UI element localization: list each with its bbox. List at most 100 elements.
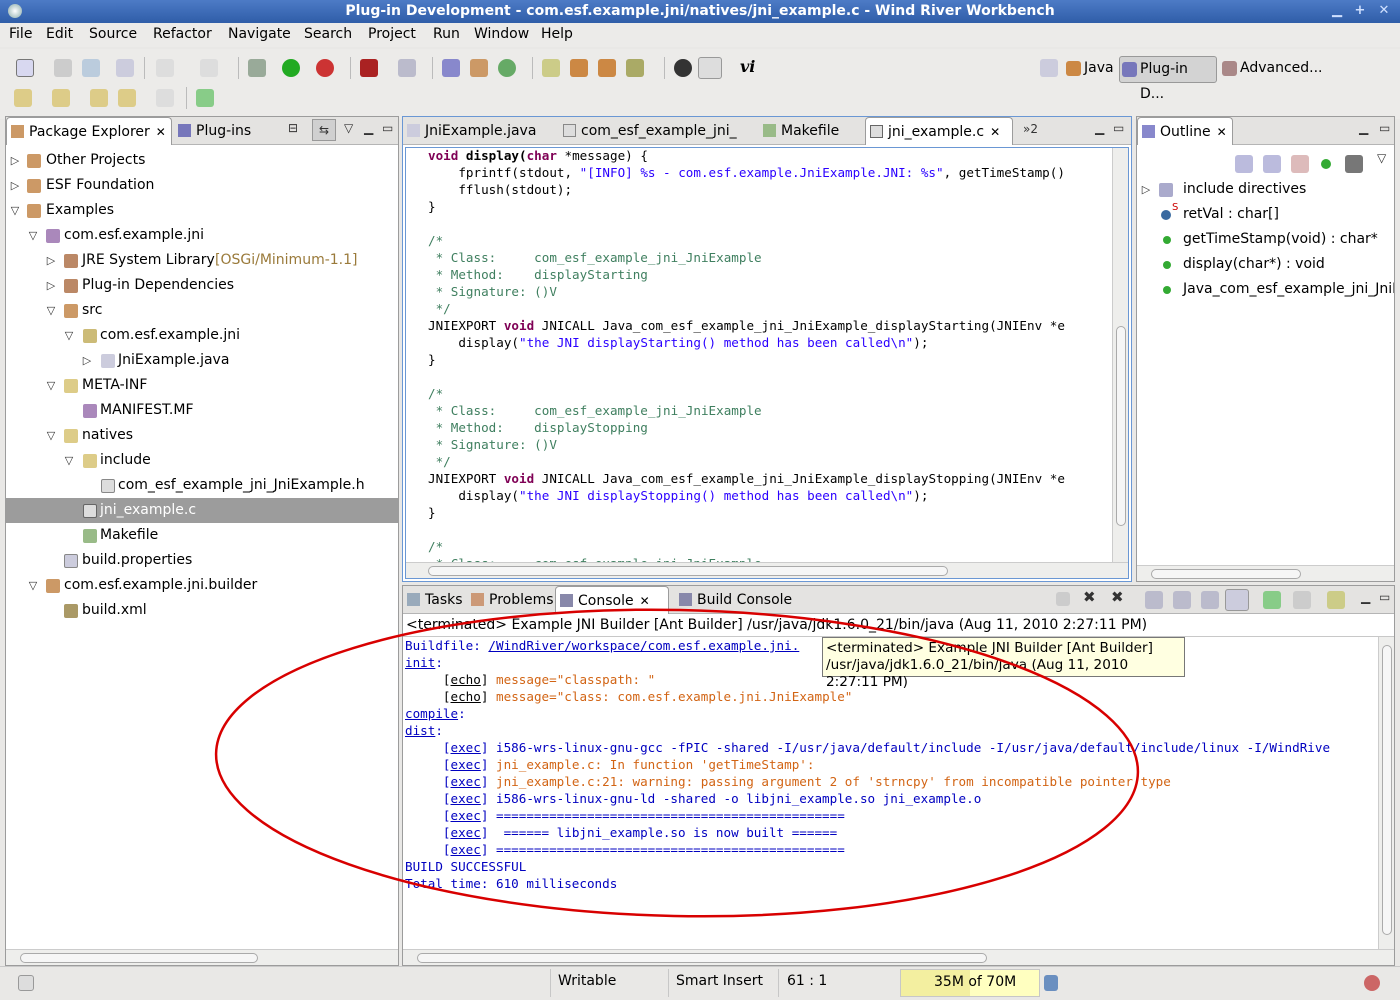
scroll-lock-icon[interactable] [1173, 591, 1191, 609]
menu-file[interactable]: File [9, 26, 32, 42]
console-horizontal-scrollbar[interactable] [403, 949, 1394, 965]
show-on-output-icon[interactable] [1201, 591, 1219, 609]
maximize-window-icon[interactable]: + [1350, 3, 1370, 20]
minimize-window-icon[interactable]: ▁ [1327, 3, 1347, 20]
view-menu-icon[interactable]: ▽ [1377, 151, 1386, 165]
clear-console-icon[interactable] [1145, 591, 1163, 609]
outline-item[interactable]: Java_com_esf_example_jni_JniE [1137, 277, 1394, 302]
remove-launch-icon[interactable]: ✖ [1083, 588, 1096, 606]
tree-item[interactable]: ▽ com.esf.example.jni [6, 223, 398, 248]
tab-jni-example-c[interactable]: jni_example.c ✕ [865, 117, 1013, 145]
tree-item[interactable]: Makefile [6, 523, 398, 548]
tree-item[interactable]: ▽ META-INF [6, 373, 398, 398]
tree-item[interactable]: ▷ JniExample.java [6, 348, 398, 373]
perspective-java[interactable]: Java [1064, 56, 1114, 83]
perspective-plugin-development[interactable]: Plug-in D... [1119, 56, 1217, 102]
pin-icon[interactable] [196, 89, 214, 107]
remove-all-icon[interactable]: ✖ [1111, 588, 1124, 606]
outline-item[interactable]: getTimeStamp(void) : char* [1137, 227, 1394, 252]
link-editor-icon[interactable]: ⇆ [312, 119, 336, 141]
menu-refactor[interactable]: Refactor [153, 26, 212, 42]
menu-project[interactable]: Project [368, 26, 416, 42]
new-icon[interactable] [16, 59, 34, 77]
tree-item[interactable]: ▽ com.esf.example.jni.builder [6, 573, 398, 598]
tab-header-file[interactable]: com_esf_example_jni_ [559, 117, 755, 145]
menu-source[interactable]: Source [89, 26, 137, 42]
menu-run[interactable]: Run [433, 26, 460, 42]
tab-console[interactable]: Console ✕ [555, 586, 669, 614]
heap-status[interactable]: 35M of 70M [900, 969, 1040, 997]
show-on-error-icon[interactable] [1225, 589, 1249, 611]
tree-item[interactable]: com_esf_example_jni_JniExample.h [6, 473, 398, 498]
minimize-view-icon[interactable]: ▁ [1095, 121, 1104, 135]
perspective-advanced[interactable]: Advanced... [1220, 56, 1323, 83]
toggle-icon[interactable] [156, 59, 174, 77]
close-icon[interactable]: ✕ [990, 125, 1000, 139]
open-file-icon[interactable] [598, 59, 616, 77]
tree-item[interactable]: build.xml [6, 598, 398, 623]
prev-annotation-icon[interactable] [52, 89, 70, 107]
minimize-view-icon[interactable]: ▁ [364, 121, 373, 135]
forward-icon[interactable] [156, 89, 174, 107]
vi-mode-icon[interactable]: vi [740, 57, 755, 76]
menu-window[interactable]: Window [474, 26, 529, 42]
tab-overflow[interactable]: »2 [1023, 122, 1038, 136]
maximize-view-icon[interactable]: ▭ [382, 121, 393, 135]
save-icon[interactable] [54, 59, 72, 77]
close-icon[interactable]: ✕ [1217, 125, 1227, 139]
tab-makefile[interactable]: Makefile [759, 117, 863, 145]
tab-build-console[interactable]: Build Console [675, 586, 797, 614]
target-icon[interactable] [200, 59, 218, 77]
outline-horizontal-scrollbar[interactable] [1137, 565, 1394, 581]
open-type-icon[interactable] [542, 59, 560, 77]
editor-horizontal-scrollbar[interactable] [406, 562, 1128, 578]
pin-console-icon[interactable] [1263, 591, 1281, 609]
display-console-icon[interactable] [1293, 591, 1311, 609]
external-tools-icon[interactable] [398, 59, 416, 77]
tab-plugins[interactable]: Plug-ins [174, 117, 270, 145]
mark-occurrences-icon[interactable] [698, 57, 722, 79]
hide-fields-icon[interactable] [1263, 155, 1281, 173]
tab-tasks[interactable]: Tasks [403, 586, 465, 614]
tree-item[interactable]: ▽ src [6, 298, 398, 323]
tree-item[interactable]: ▷ Other Projects [6, 148, 398, 173]
close-icon[interactable]: ✕ [156, 125, 166, 139]
fast-view-icon[interactable] [18, 975, 34, 991]
tab-package-explorer[interactable]: Package Explorer ✕ [6, 117, 172, 145]
outline-item[interactable]: SretVal : char[] [1137, 202, 1394, 227]
back-icon[interactable] [118, 89, 136, 107]
new-package-icon[interactable] [470, 59, 488, 77]
tree-item[interactable]: ▽ natives [6, 423, 398, 448]
new-project-icon[interactable] [442, 59, 460, 77]
open-folder-icon[interactable] [570, 59, 588, 77]
collapse-all-icon[interactable]: ⊟ [288, 121, 298, 135]
view-menu-icon[interactable]: ▽ [344, 121, 353, 135]
mask-icon[interactable] [674, 59, 692, 77]
run-external-icon[interactable] [316, 59, 334, 77]
maximize-view-icon[interactable]: ▭ [1379, 590, 1390, 604]
tab-problems[interactable]: Problems [467, 586, 554, 614]
next-annotation-icon[interactable] [14, 89, 32, 107]
tree-item[interactable]: ▽ com.esf.example.jni [6, 323, 398, 348]
progress-icon[interactable] [1364, 975, 1380, 991]
sort-icon[interactable] [1235, 155, 1253, 173]
menu-navigate[interactable]: Navigate [228, 26, 291, 42]
debug-icon[interactable] [248, 59, 266, 77]
terminate-icon[interactable] [1056, 592, 1070, 606]
open-perspective-icon[interactable] [1040, 59, 1058, 77]
print-icon[interactable] [82, 59, 100, 77]
menu-edit[interactable]: Edit [46, 26, 73, 42]
close-icon[interactable]: ✕ [640, 594, 650, 608]
tree-item[interactable]: MANIFEST.MF [6, 398, 398, 423]
tree-item[interactable]: ▽ Examples [6, 198, 398, 223]
tree-item[interactable]: ▷ ESF Foundation [6, 173, 398, 198]
bug-icon[interactable] [360, 59, 378, 77]
tree-item[interactable]: ▷ Plug-in Dependencies [6, 273, 398, 298]
menu-search[interactable]: Search [304, 26, 352, 42]
close-window-icon[interactable]: ✕ [1374, 3, 1394, 20]
menu-help[interactable]: Help [541, 26, 573, 42]
new-class-icon[interactable] [498, 59, 516, 77]
console-vertical-scrollbar[interactable] [1378, 637, 1394, 949]
hide-macros-icon[interactable] [1345, 155, 1363, 173]
tree-item[interactable]: ▽ include [6, 448, 398, 473]
